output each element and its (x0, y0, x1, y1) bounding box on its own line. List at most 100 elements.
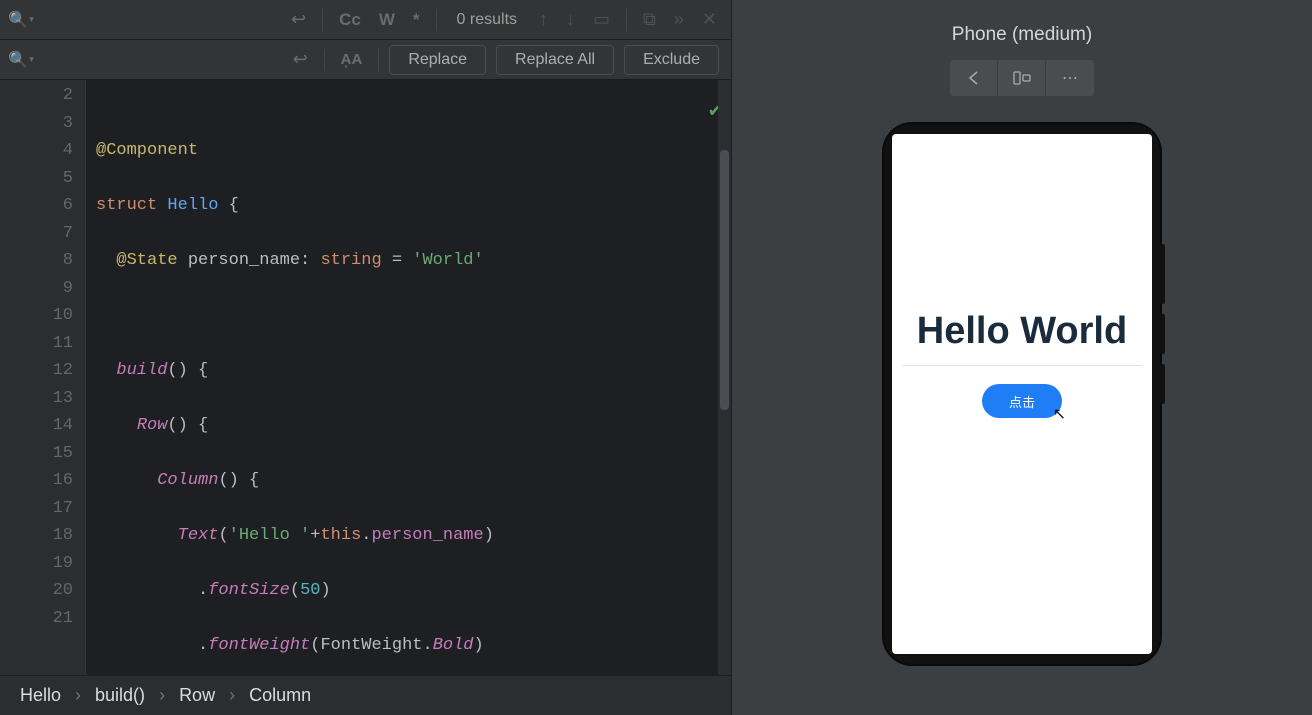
line-number: 7 (0, 220, 73, 248)
line-number: 2 (0, 82, 73, 110)
history-icon[interactable]: ↩ (287, 49, 314, 70)
code-content[interactable]: ✔ @Component struct Hello { @State perso… (86, 80, 731, 675)
match-case-toggle[interactable]: Cc (333, 10, 367, 30)
phone-side-button (1160, 244, 1165, 304)
prev-match-icon[interactable]: ↑ (533, 9, 554, 30)
replace-all-button[interactable]: Replace All (496, 45, 614, 75)
words-toggle[interactable]: W (373, 10, 401, 30)
code-token: + (310, 526, 320, 545)
separator (322, 9, 323, 31)
line-number: 3 (0, 110, 73, 138)
line-number: 9 (0, 275, 73, 303)
phone-side-button (1160, 364, 1165, 404)
search-icon[interactable]: 🔍 (8, 49, 34, 71)
breadcrumb-item[interactable]: Column (249, 685, 311, 706)
line-number: 16 (0, 467, 73, 495)
code-editor[interactable]: 2 3 4 5 6 7 8 9 10 11 12 13 14 15 16 17 … (0, 80, 731, 675)
replace-toolbar: 🔍 ↩ A͙A Replace Replace All Exclude (0, 40, 731, 80)
line-number: 17 (0, 495, 73, 523)
code-token: ( (290, 581, 300, 600)
preview-toolbar: ⋯ (950, 60, 1094, 96)
search-icon[interactable]: 🔍 (8, 9, 34, 31)
code-token: Column (157, 471, 218, 490)
code-token: Hello (167, 196, 218, 215)
preview-title: Phone (medium) (952, 24, 1092, 46)
preview-panel: Phone (medium) ⋯ Hello World 点击↖ (731, 0, 1312, 715)
history-icon[interactable]: ↩ (285, 9, 312, 30)
code-token: @State (116, 251, 177, 270)
line-number: 20 (0, 577, 73, 605)
select-all-icon[interactable]: ▭ (587, 9, 616, 30)
code-token: . (198, 581, 208, 600)
code-token: ( (310, 636, 320, 655)
close-icon[interactable]: ✕ (696, 9, 723, 30)
line-number: 5 (0, 165, 73, 193)
separator (378, 49, 379, 71)
chevron-right-icon: › (75, 685, 81, 706)
line-number: 8 (0, 247, 73, 275)
editor-scrollbar[interactable] (718, 80, 731, 675)
line-number: 4 (0, 137, 73, 165)
results-count: 0 results (447, 11, 527, 29)
separator (626, 9, 627, 31)
code-token: 'World' (412, 251, 483, 270)
code-token: Bold (433, 636, 474, 655)
phone-screen: Hello World 点击↖ (892, 134, 1152, 654)
cursor-icon: ↖ (1053, 404, 1066, 424)
code-token: : (300, 251, 320, 270)
code-token: FontWeight (320, 636, 422, 655)
code-token: 50 (300, 581, 320, 600)
chevron-right-icon: › (159, 685, 165, 706)
code-token: . (423, 636, 433, 655)
code-token: Row (137, 416, 168, 435)
breadcrumb-item[interactable]: Row (179, 685, 215, 706)
code-token: 'Hello ' (229, 526, 311, 545)
click-button[interactable]: 点击↖ (982, 384, 1062, 418)
line-gutter: 2 3 4 5 6 7 8 9 10 11 12 13 14 15 16 17 … (0, 80, 86, 675)
preserve-case-icon[interactable]: A͙A (335, 51, 369, 68)
code-token: () { (218, 471, 259, 490)
scroll-thumb[interactable] (720, 150, 729, 410)
hello-text: Hello World (917, 310, 1127, 353)
exclude-button[interactable]: Exclude (624, 45, 719, 75)
code-token: fontWeight (208, 636, 310, 655)
code-token: ) (484, 526, 494, 545)
replace-button[interactable]: Replace (389, 45, 486, 75)
code-token: ) (320, 581, 330, 600)
line-number: 12 (0, 357, 73, 385)
next-match-icon[interactable]: ↓ (560, 9, 581, 30)
code-token: ) (474, 636, 484, 655)
divider (902, 365, 1142, 366)
code-token: person_name (178, 251, 300, 270)
chevron-right-icon: › (229, 685, 235, 706)
phone-frame: Hello World 点击↖ (884, 124, 1160, 664)
line-number: 19 (0, 550, 73, 578)
code-token: () { (167, 416, 208, 435)
filter-icon[interactable]: ⧉ (637, 9, 662, 30)
more-icon[interactable]: ⋯ (1046, 60, 1094, 96)
code-token: ( (218, 526, 228, 545)
code-token: this (320, 526, 361, 545)
breadcrumb: Hello › build() › Row › Column (0, 675, 731, 715)
code-token: struct (96, 196, 157, 215)
separator (436, 9, 437, 31)
separator (324, 49, 325, 71)
find-toolbar: 🔍 ↩ Cc W * 0 results ↑ ↓ ▭ ⧉ » ✕ (0, 0, 731, 40)
line-number: 21 (0, 605, 73, 633)
line-number: 10 (0, 302, 73, 330)
code-token: Text (178, 526, 219, 545)
back-icon[interactable] (950, 60, 998, 96)
code-token: build (116, 361, 167, 380)
code-token: fontSize (208, 581, 290, 600)
button-label: 点击 (1009, 395, 1035, 410)
code-token: { (218, 196, 238, 215)
line-number: 18 (0, 522, 73, 550)
breadcrumb-item[interactable]: build() (95, 685, 145, 706)
rotate-icon[interactable] (998, 60, 1046, 96)
line-number: 13 (0, 385, 73, 413)
code-token: = (382, 251, 413, 270)
regex-toggle[interactable]: * (407, 10, 426, 30)
code-token: . (198, 636, 208, 655)
more-icon[interactable]: » (668, 9, 690, 30)
breadcrumb-item[interactable]: Hello (20, 685, 61, 706)
